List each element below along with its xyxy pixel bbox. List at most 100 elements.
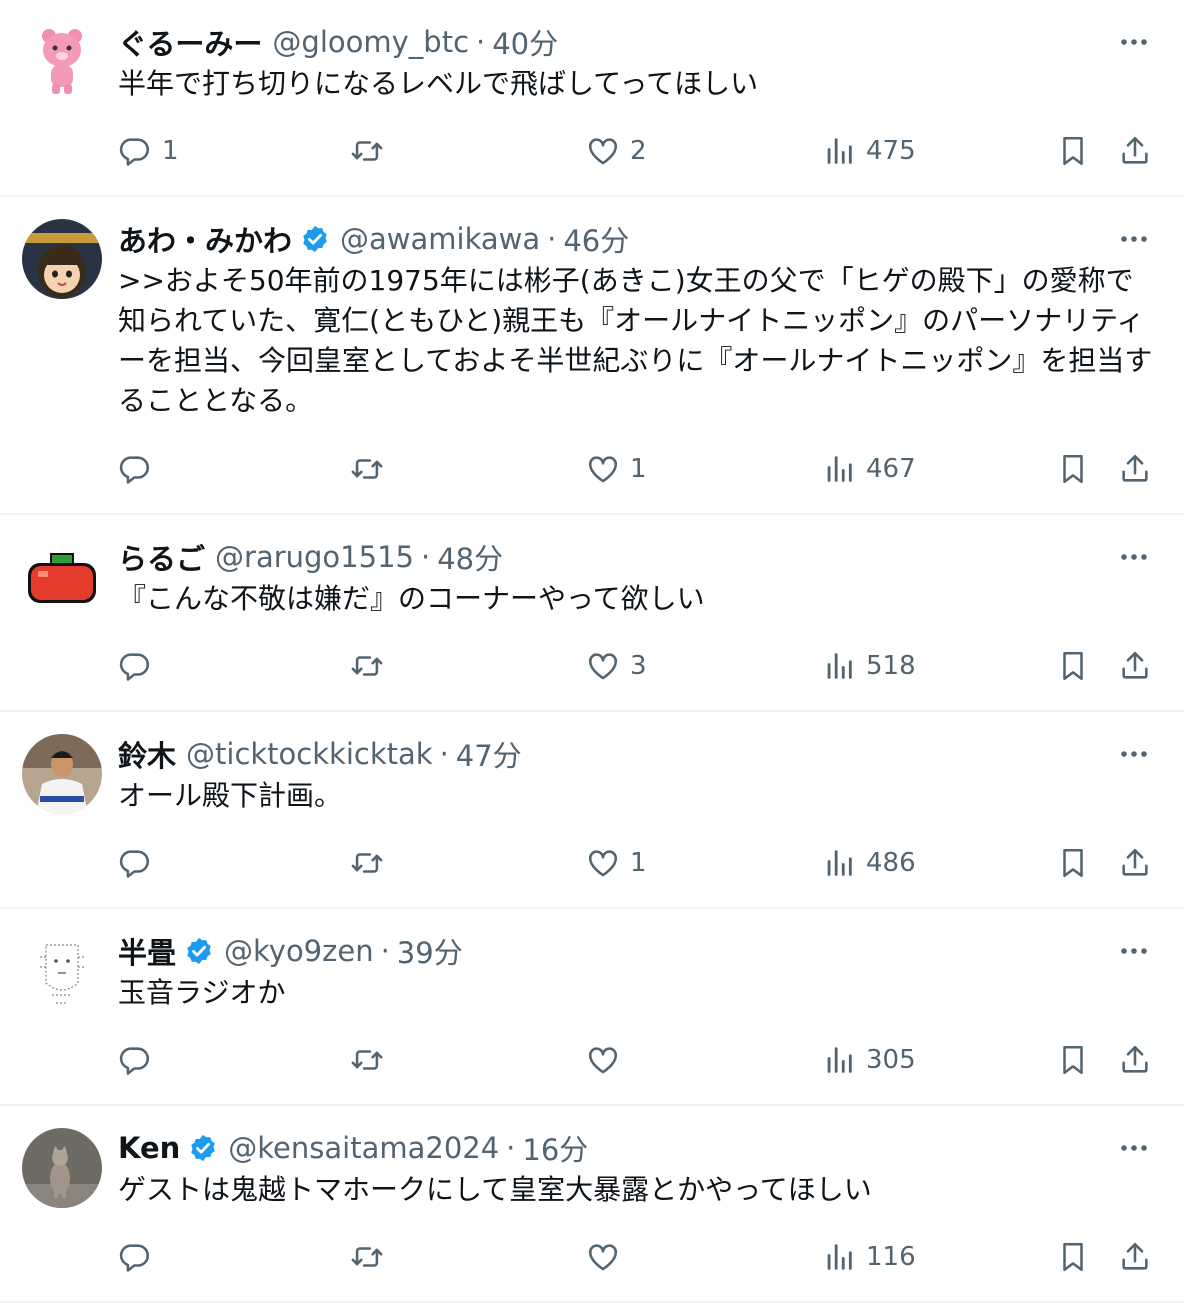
timestamp[interactable]: 48分 bbox=[437, 536, 503, 578]
bookmark-icon bbox=[1056, 452, 1090, 486]
tweet[interactable]: 半畳 @kyo9zen · 39分 玉音ラジオか 305 bbox=[0, 909, 1184, 1106]
bookmark-button[interactable] bbox=[1056, 843, 1090, 883]
reply-icon bbox=[118, 649, 152, 683]
more-icon[interactable] bbox=[1118, 225, 1150, 253]
display-name[interactable]: 半畳 bbox=[118, 930, 176, 972]
share-icon bbox=[1118, 1240, 1152, 1274]
retweet-button[interactable] bbox=[350, 449, 394, 489]
user-handle[interactable]: @ticktockkicktak bbox=[186, 737, 433, 771]
tweet[interactable]: あわ・みかわ @awamikawa · 46分 >>およそ50年前の1975年に… bbox=[0, 197, 1184, 515]
reply-button[interactable]: 1 bbox=[118, 131, 179, 171]
pixel-tomato-avatar[interactable] bbox=[22, 537, 102, 617]
views-button[interactable]: 486 bbox=[822, 843, 916, 883]
view-count: 116 bbox=[866, 1242, 916, 1272]
share-button[interactable] bbox=[1118, 131, 1152, 171]
like-button[interactable] bbox=[586, 1237, 630, 1277]
views-button[interactable]: 518 bbox=[822, 646, 916, 686]
share-button[interactable] bbox=[1118, 646, 1152, 686]
more-icon[interactable] bbox=[1118, 543, 1150, 571]
action-bar: 3 518 bbox=[118, 646, 1158, 686]
user-handle[interactable]: @kyo9zen bbox=[224, 934, 374, 968]
retweet-icon bbox=[350, 1240, 384, 1274]
display-name[interactable]: ぐるーみー bbox=[118, 21, 262, 63]
reply-button[interactable] bbox=[118, 1237, 162, 1277]
retweet-button[interactable] bbox=[350, 1040, 394, 1080]
tweet[interactable]: らるご @rarugo1515 · 48分 『こんな不敬は嫌だ』のコーナーやって… bbox=[0, 515, 1184, 712]
separator-dot: · bbox=[439, 737, 449, 771]
timestamp[interactable]: 16分 bbox=[522, 1127, 588, 1169]
views-button[interactable]: 475 bbox=[822, 131, 916, 171]
pink-bear-avatar[interactable] bbox=[22, 22, 102, 102]
user-handle[interactable]: @gloomy_btc bbox=[272, 25, 469, 59]
tweet[interactable]: Ken @kensaitama2024 · 16分 ゲストは鬼越トマホークにして… bbox=[0, 1106, 1184, 1303]
more-icon[interactable] bbox=[1118, 1134, 1150, 1162]
reply-button[interactable] bbox=[118, 646, 162, 686]
views-button[interactable]: 116 bbox=[822, 1237, 916, 1277]
bookmark-button[interactable] bbox=[1056, 131, 1090, 171]
judo-photo-avatar[interactable] bbox=[22, 734, 102, 814]
separator-dot: · bbox=[547, 222, 557, 256]
timestamp[interactable]: 47分 bbox=[456, 733, 522, 775]
tweet[interactable]: ぐるーみー @gloomy_btc · 40分 半年で打ち切りになるレベルで飛ば… bbox=[0, 0, 1184, 197]
like-button[interactable]: 3 bbox=[586, 646, 647, 686]
user-handle[interactable]: @awamikawa bbox=[340, 222, 540, 256]
views-button[interactable]: 305 bbox=[822, 1040, 916, 1080]
user-handle[interactable]: @rarugo1515 bbox=[215, 540, 414, 574]
share-button[interactable] bbox=[1118, 449, 1152, 489]
bookmark-button[interactable] bbox=[1056, 1040, 1090, 1080]
timestamp[interactable]: 40分 bbox=[492, 21, 558, 63]
share-button[interactable] bbox=[1118, 1040, 1152, 1080]
reply-button[interactable] bbox=[118, 449, 162, 489]
more-icon[interactable] bbox=[1118, 740, 1150, 768]
cat-photo-avatar[interactable] bbox=[22, 1128, 102, 1208]
like-button[interactable]: 1 bbox=[586, 843, 647, 883]
action-bar: 116 bbox=[118, 1237, 1158, 1277]
tweet-header: ぐるーみー @gloomy_btc · 40分 bbox=[118, 22, 558, 62]
tweet-text: 『こんな不敬は嫌だ』のコーナーやって欲しい bbox=[118, 582, 705, 615]
timestamp[interactable]: 46分 bbox=[563, 218, 629, 260]
retweet-button[interactable] bbox=[350, 843, 394, 883]
retweet-icon bbox=[350, 649, 384, 683]
reply-button[interactable] bbox=[118, 843, 162, 883]
share-button[interactable] bbox=[1118, 1237, 1152, 1277]
views-button[interactable]: 467 bbox=[822, 449, 916, 489]
retweet-button[interactable] bbox=[350, 646, 394, 686]
bookmark-button[interactable] bbox=[1056, 646, 1090, 686]
display-name[interactable]: あわ・みかわ bbox=[118, 218, 292, 260]
reply-button[interactable] bbox=[118, 1040, 162, 1080]
bookmark-button[interactable] bbox=[1056, 1237, 1090, 1277]
action-bar: 1 486 bbox=[118, 843, 1158, 883]
text-art-face-avatar[interactable] bbox=[22, 931, 102, 1011]
share-icon bbox=[1118, 846, 1152, 880]
user-handle[interactable]: @kensaitama2024 bbox=[228, 1131, 499, 1165]
verified-badge-icon[interactable] bbox=[300, 224, 330, 254]
display-name[interactable]: らるご bbox=[118, 536, 205, 578]
tweet-header: Ken @kensaitama2024 · 16分 bbox=[118, 1128, 588, 1168]
like-button[interactable] bbox=[586, 1040, 630, 1080]
reply-icon bbox=[118, 1043, 152, 1077]
action-bar: 1 2 475 bbox=[118, 131, 1158, 171]
verified-badge-icon[interactable] bbox=[188, 1133, 218, 1163]
display-name[interactable]: Ken bbox=[118, 1131, 180, 1165]
bookmark-button[interactable] bbox=[1056, 449, 1090, 489]
reply-count: 1 bbox=[162, 136, 179, 166]
like-count: 3 bbox=[630, 651, 647, 681]
view-count: 486 bbox=[866, 848, 916, 878]
retweet-button[interactable] bbox=[350, 131, 394, 171]
reply-icon bbox=[118, 452, 152, 486]
like-button[interactable]: 2 bbox=[586, 131, 647, 171]
retweet-button[interactable] bbox=[350, 1237, 394, 1277]
timestamp[interactable]: 39分 bbox=[397, 930, 463, 972]
like-button[interactable]: 1 bbox=[586, 449, 647, 489]
share-button[interactable] bbox=[1118, 843, 1152, 883]
reply-icon bbox=[118, 846, 152, 880]
more-icon[interactable] bbox=[1118, 937, 1150, 965]
like-icon bbox=[586, 649, 620, 683]
display-name[interactable]: 鈴木 bbox=[118, 733, 176, 775]
tweet[interactable]: 鈴木 @ticktockkicktak · 47分 オール殿下計画。 1 486 bbox=[0, 712, 1184, 909]
verified-badge-icon[interactable] bbox=[184, 936, 214, 966]
anime-girl-avatar[interactable] bbox=[22, 219, 102, 299]
separator-dot: · bbox=[506, 1131, 516, 1165]
more-icon[interactable] bbox=[1118, 28, 1150, 56]
tweet-header: らるご @rarugo1515 · 48分 bbox=[118, 537, 503, 577]
